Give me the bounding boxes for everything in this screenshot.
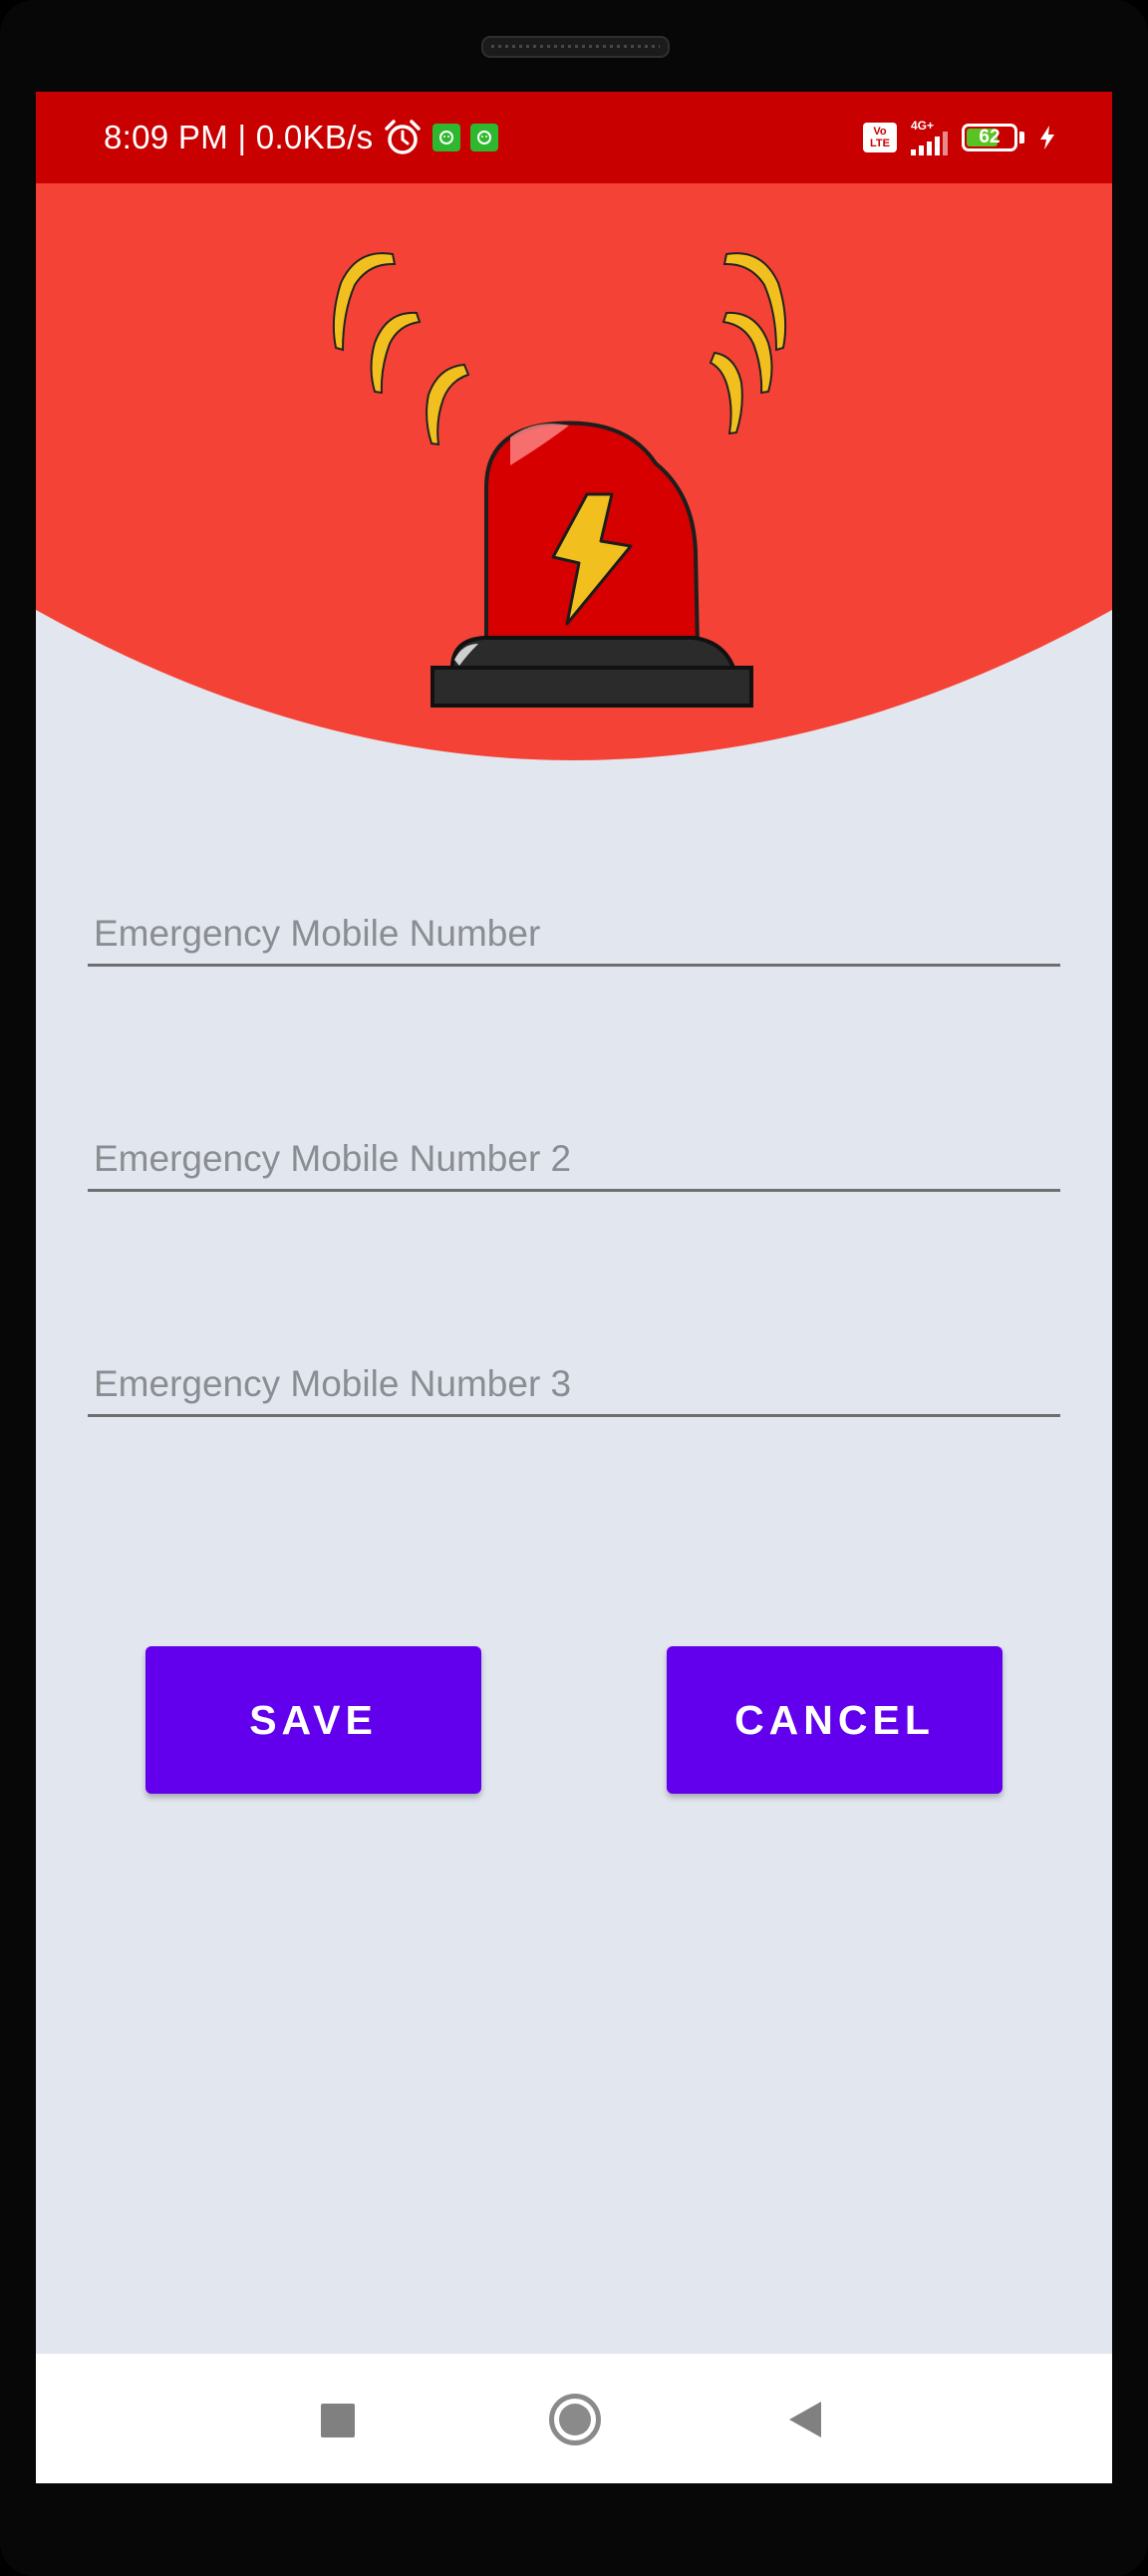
save-button-label: SAVE: [249, 1696, 378, 1743]
emergency-number-input-2[interactable]: [88, 1129, 1066, 1189]
cancel-button-label: CANCEL: [734, 1696, 935, 1743]
battery-icon: 62: [962, 124, 1017, 151]
charging-icon: [1040, 126, 1054, 149]
app-notification-icon: [432, 124, 461, 151]
recents-icon[interactable]: [321, 2404, 355, 2437]
siren-alarm-icon: [36, 183, 1112, 760]
header-banner: [36, 183, 1112, 841]
volte-bottom-label: LTE: [870, 138, 890, 149]
emergency-number-field-1[interactable]: [88, 903, 1066, 967]
emergency-number-input-1[interactable]: [88, 904, 1066, 964]
earpiece-speaker: [481, 36, 670, 58]
save-button[interactable]: SAVE: [145, 1646, 481, 1794]
status-bar: 8:09 PM | 0.0KB/s Vo LTE 4G+ 62: [36, 92, 1112, 183]
app-notification-icon: [470, 124, 499, 151]
app-screen: 8:09 PM | 0.0KB/s Vo LTE 4G+ 62 Emergenc…: [36, 92, 1112, 2483]
signal-icon: 4G+: [911, 120, 948, 155]
volte-top-label: Vo: [873, 126, 887, 138]
alarm-icon: [385, 120, 422, 154]
cancel-button[interactable]: CANCEL: [667, 1646, 1003, 1794]
emergency-number-field-2[interactable]: [88, 1128, 1066, 1192]
back-icon[interactable]: [789, 2402, 821, 2437]
battery-tip: [1019, 132, 1024, 143]
battery-level: 62: [979, 127, 1001, 147]
home-icon[interactable]: [549, 2394, 601, 2445]
volte-icon: Vo LTE: [863, 123, 897, 152]
navigation-bar: [36, 2354, 1112, 2483]
emergency-number-input-3[interactable]: [88, 1354, 1066, 1414]
status-time: 8:09 PM | 0.0KB/s: [104, 119, 374, 155]
network-type-label: 4G+: [911, 119, 935, 133]
emergency-number-field-3[interactable]: [88, 1353, 1066, 1417]
phone-frame: 8:09 PM | 0.0KB/s Vo LTE 4G+ 62 Emergenc…: [0, 0, 1148, 2576]
